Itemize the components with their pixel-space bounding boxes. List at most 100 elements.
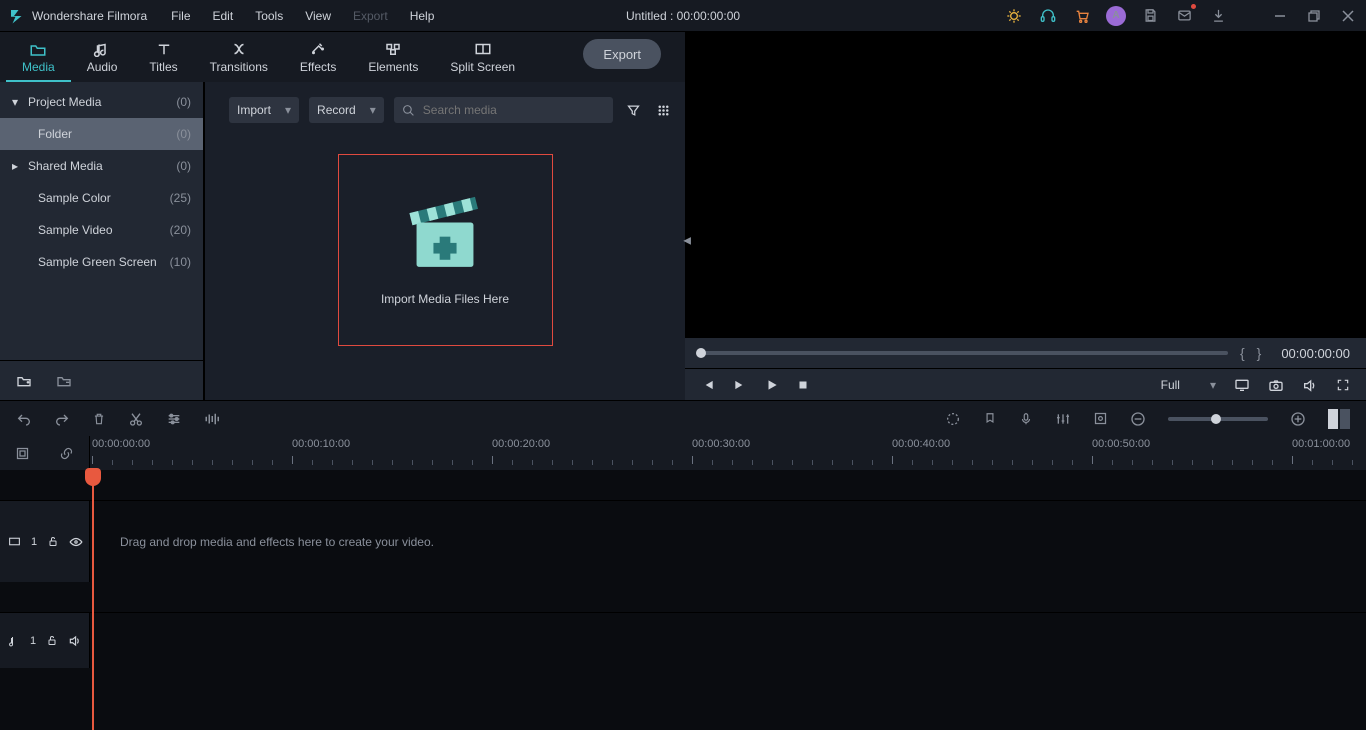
titles-icon <box>155 40 173 58</box>
timeline-ruler[interactable]: 00:00:00:0000:00:10:0000:00:20:0000:00:3… <box>90 436 1366 470</box>
stop-icon[interactable] <box>797 379 809 391</box>
menu-view[interactable]: View <box>297 5 339 27</box>
crop-icon[interactable] <box>1093 411 1108 426</box>
video-track-label: 1 <box>31 536 37 548</box>
track-manager-icon[interactable] <box>15 446 30 461</box>
menu-export[interactable]: Export <box>345 5 396 27</box>
audio-waveform-icon[interactable] <box>204 412 222 426</box>
link-icon[interactable] <box>59 446 74 461</box>
window-minimize[interactable] <box>1270 6 1290 26</box>
delete-folder-icon[interactable] <box>56 374 72 388</box>
app-name: Wondershare Filmora <box>32 9 147 23</box>
mute-icon[interactable] <box>68 635 82 647</box>
window-maximize[interactable] <box>1304 6 1324 26</box>
preview-scrubber[interactable] <box>701 351 1228 355</box>
collapse-handle-icon[interactable]: ◀ <box>683 236 691 247</box>
record-dropdown[interactable]: Record ▾ <box>309 97 384 123</box>
tab-audio[interactable]: Audio <box>71 34 134 82</box>
cut-icon[interactable] <box>128 411 144 427</box>
new-folder-icon[interactable] <box>16 374 32 388</box>
settings-icon[interactable] <box>166 412 182 426</box>
zoom-thumb[interactable] <box>1211 414 1221 424</box>
tab-effects[interactable]: Effects <box>284 34 352 82</box>
search-icon <box>402 104 415 117</box>
chevron-right-icon: ▸ <box>10 159 20 173</box>
menu-tools[interactable]: Tools <box>247 5 291 27</box>
scrub-thumb[interactable] <box>696 348 706 358</box>
import-drop-zone[interactable]: Import Media Files Here <box>338 154 553 346</box>
save-icon[interactable] <box>1140 6 1160 26</box>
playhead[interactable] <box>92 470 94 730</box>
lock-icon[interactable] <box>47 535 59 548</box>
lock-icon[interactable] <box>46 634 58 647</box>
zoom-in-icon[interactable] <box>1290 411 1306 427</box>
audio-track[interactable]: 1 <box>0 612 1366 668</box>
filter-icon[interactable] <box>623 103 643 118</box>
video-track[interactable]: 1 Drag and drop media and effects here t… <box>0 500 1366 582</box>
import-dropdown[interactable]: Import ▾ <box>229 97 299 123</box>
redo-icon[interactable] <box>54 412 70 426</box>
volume-icon[interactable] <box>1302 378 1318 392</box>
video-track-icon <box>8 536 21 547</box>
zoom-slider[interactable] <box>1168 417 1268 421</box>
next-frame-icon[interactable] <box>733 378 747 392</box>
window-close[interactable] <box>1338 6 1358 26</box>
preview-quality-dropdown[interactable]: Full ▾ <box>1161 378 1216 392</box>
timeline-view-toggle[interactable] <box>1328 409 1350 429</box>
marker-icon[interactable] <box>983 411 997 427</box>
messages-icon[interactable] <box>1174 6 1194 26</box>
export-button[interactable]: Export <box>583 39 661 69</box>
chevron-down-icon: ▾ <box>370 103 376 117</box>
cart-icon[interactable] <box>1072 6 1092 26</box>
sidebar-item-sample-color[interactable]: Sample Color (25) <box>0 182 203 214</box>
tab-elements[interactable]: Elements <box>352 34 434 82</box>
prev-frame-icon[interactable] <box>701 378 715 392</box>
download-icon[interactable] <box>1208 6 1228 26</box>
transitions-icon <box>230 40 248 58</box>
user-avatar[interactable]: A <box>1106 6 1126 26</box>
sidebar-item-sample-green[interactable]: Sample Green Screen (10) <box>0 246 203 278</box>
sidebar-item-project-media[interactable]: ▾ Project Media (0) <box>0 86 203 118</box>
visibility-icon[interactable] <box>69 537 83 547</box>
menu-help[interactable]: Help <box>402 5 443 27</box>
menu-edit[interactable]: Edit <box>205 5 242 27</box>
ruler-label: 00:00:20:00 <box>492 438 550 450</box>
ruler-label: 00:00:50:00 <box>1092 438 1150 450</box>
menu-file[interactable]: File <box>163 5 198 27</box>
ruler-label: 00:00:30:00 <box>692 438 750 450</box>
snapshot-icon[interactable] <box>1268 378 1284 392</box>
tab-media[interactable]: Media <box>6 34 71 82</box>
mark-out-icon[interactable]: } <box>1257 345 1262 361</box>
tab-splitscreen[interactable]: Split Screen <box>434 34 531 82</box>
search-input[interactable] <box>394 97 613 123</box>
tips-icon[interactable] <box>1004 6 1024 26</box>
audio-mixer-icon[interactable] <box>1055 412 1071 426</box>
timeline: 00:00:00:0000:00:10:0000:00:20:0000:00:3… <box>0 436 1366 730</box>
ruler-label: 00:00:40:00 <box>892 438 950 450</box>
sidebar-item-sample-video[interactable]: Sample Video (20) <box>0 214 203 246</box>
delete-icon[interactable] <box>92 411 106 427</box>
splitscreen-icon <box>474 40 492 58</box>
mark-in-icon[interactable]: { <box>1240 345 1245 361</box>
elements-icon <box>384 40 402 58</box>
preview-pane: { } 00:00:00:00 Full ▾ <box>685 32 1366 400</box>
zoom-out-icon[interactable] <box>1130 411 1146 427</box>
undo-icon[interactable] <box>16 412 32 426</box>
sidebar-item-shared-media[interactable]: ▸ Shared Media (0) <box>0 150 203 182</box>
tab-titles[interactable]: Titles <box>133 34 193 82</box>
preview-canvas[interactable] <box>685 32 1366 338</box>
sidebar-item-folder[interactable]: Folder (0) <box>0 118 203 150</box>
grid-view-icon[interactable] <box>653 103 673 118</box>
preview-timecode: 00:00:00:00 <box>1281 346 1350 361</box>
chevron-down-icon: ▾ <box>285 103 291 117</box>
fullscreen-icon[interactable] <box>1336 378 1350 392</box>
audio-track-label: 1 <box>30 635 36 647</box>
voiceover-icon[interactable] <box>1019 411 1033 427</box>
menubar: Wondershare Filmora File Edit Tools View… <box>0 0 1366 32</box>
support-icon[interactable] <box>1038 6 1058 26</box>
render-icon[interactable] <box>945 411 961 427</box>
ruler-label: 00:00:00:00 <box>92 438 150 450</box>
tab-transitions[interactable]: Transitions <box>194 34 284 82</box>
play-icon[interactable] <box>765 378 779 392</box>
display-icon[interactable] <box>1234 378 1250 392</box>
